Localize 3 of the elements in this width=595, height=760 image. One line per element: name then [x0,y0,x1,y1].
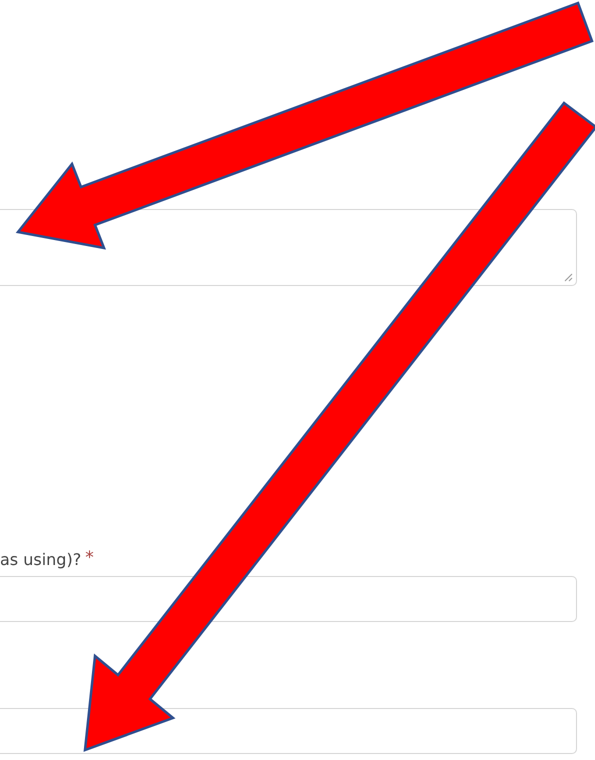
required-mark: * [85,549,94,567]
resize-handle-icon[interactable] [564,273,573,282]
field-label: as using)? [0,549,82,571]
